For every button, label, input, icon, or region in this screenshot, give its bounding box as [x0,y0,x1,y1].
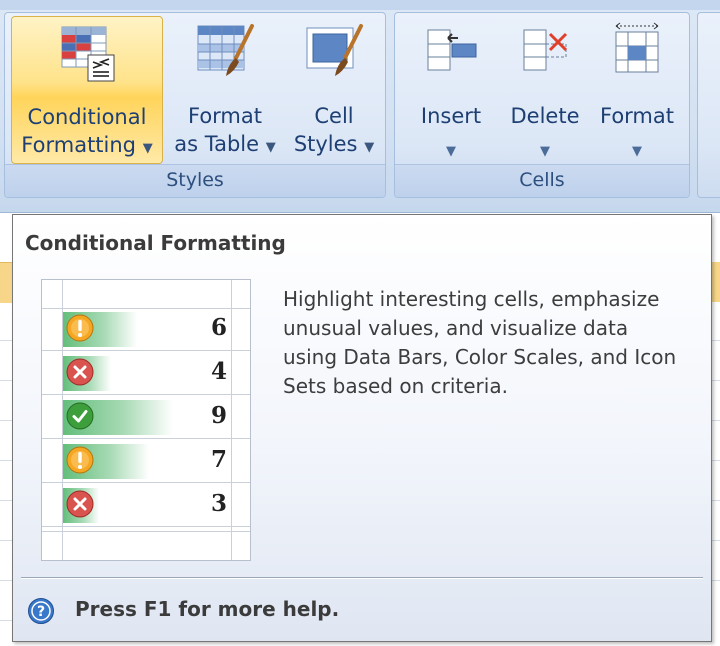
preview-row: 3 [63,485,231,525]
preview-gridline [42,394,250,395]
gridline [712,420,720,421]
tooltip-separator [21,577,703,579]
preview-row: 4 [63,353,231,393]
conditional-formatting-button[interactable]: Conditional Formatting ▼ [11,16,163,164]
delete-label: Delete [510,104,580,128]
format-as-table-label-1: Format [187,104,262,128]
preview-row: 6 [63,309,231,349]
preview-value: 6 [210,314,227,341]
format-cells-icon [604,20,670,91]
preview-value: 4 [210,358,227,385]
column-header-edge [712,262,720,302]
conditional-formatting-label-2: Formatting [21,133,137,157]
tooltip-title: Conditional Formatting [25,231,286,255]
dropdown-arrow-icon: ▼ [265,140,276,155]
cell-styles-label-2: Styles [293,132,358,156]
preview-gridline [42,482,250,483]
gridline [712,580,720,581]
preview-gridline [42,526,250,527]
tooltip-description: Highlight interesting cells, emphasize u… [283,287,677,398]
format-label: Format [599,104,674,128]
error-icon [64,356,96,388]
insert-button[interactable]: Insert ▼ [405,16,497,164]
preview-gridline [42,350,250,351]
conditional-formatting-icon [54,21,120,92]
cells-group-label: Cells [395,164,689,197]
styles-group: Conditional Formatting ▼ Format as Table… [4,12,386,198]
dropdown-arrow-icon: ▼ [142,141,153,156]
styles-group-label: Styles [5,164,385,197]
format-as-table-button[interactable]: Format as Table ▼ [165,16,285,164]
help-icon: ? [27,597,55,625]
delete-button[interactable]: Delete ▼ [499,16,591,164]
preview-value: 7 [210,446,227,473]
insert-cells-icon [418,20,484,91]
preview-value: 3 [210,490,227,517]
dropdown-arrow-icon: ▼ [446,144,456,159]
format-as-table-label-2: as Table [174,132,260,156]
dropdown-arrow-icon: ▼ [632,144,642,159]
cell-styles-label-1: Cell [314,104,354,128]
format-button[interactable]: Format ▼ [591,16,683,164]
preview-gridline [42,438,250,439]
error-icon [64,488,96,520]
dropdown-arrow-icon: ▼ [364,140,375,155]
cell-styles-button[interactable]: Cell Styles ▼ [287,16,381,164]
preview-row: 7 [63,441,231,481]
ribbon: Conditional Formatting ▼ Format as Table… [0,0,720,213]
gridline [712,340,720,341]
warning-icon [64,312,96,344]
tooltip-help-text: Press F1 for more help. [75,597,340,621]
preview-value: 9 [210,402,227,429]
gridline [712,460,720,461]
gridline [712,500,720,501]
cell-styles-icon [301,20,367,91]
ribbon-top-edge [0,0,720,10]
warning-icon [64,444,96,476]
editing-group-partial [697,12,720,198]
svg-text:?: ? [37,604,45,620]
preview-row: 9 [63,397,231,437]
conditional-formatting-preview: 6 4 9 7 3 [41,279,251,561]
check-icon [64,400,96,432]
cells-group: Insert ▼ Delete ▼ Format ▼ Cells [394,12,690,198]
gridline [712,380,720,381]
format-as-table-icon [192,20,258,91]
conditional-formatting-tooltip: Conditional Formatting 6 4 9 7 3 Highlight i… [12,214,712,642]
conditional-formatting-label-1: Conditional [27,105,147,129]
gridline [712,540,720,541]
dropdown-arrow-icon: ▼ [540,144,550,159]
delete-cells-icon [512,20,578,91]
insert-label: Insert [420,104,482,128]
preview-gridline [231,280,232,560]
preview-gridline [42,531,250,532]
